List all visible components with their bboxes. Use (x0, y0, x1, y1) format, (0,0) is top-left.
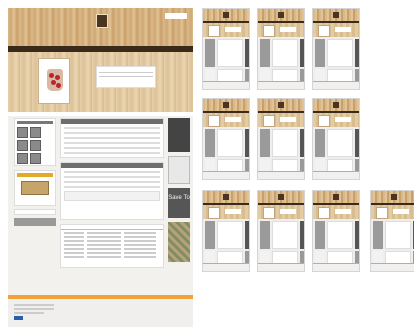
right-tiles: Save To (168, 118, 190, 266)
main-page-mockup: Save To (8, 8, 193, 327)
box-tile[interactable] (168, 156, 190, 184)
page-thumbnail[interactable] (202, 98, 250, 180)
jar-image (47, 69, 63, 91)
comment-field[interactable] (64, 191, 160, 201)
product-image[interactable] (38, 58, 70, 104)
category-icon[interactable] (30, 153, 41, 164)
category-icon[interactable] (30, 127, 41, 138)
promo-image (21, 181, 49, 195)
page-thumbnail[interactable] (312, 190, 360, 272)
dark-photo-tile[interactable] (168, 118, 190, 152)
page-thumbnail[interactable] (257, 98, 305, 180)
divider (8, 112, 193, 116)
language-flags-icon[interactable] (165, 13, 187, 19)
page-thumbnail[interactable] (257, 8, 305, 90)
category-icon[interactable] (17, 153, 28, 164)
page-thumbnail[interactable] (312, 8, 360, 90)
main-content (60, 118, 164, 268)
sidebar-button[interactable] (14, 218, 56, 226)
details-panel-header (61, 119, 163, 124)
photo-tile[interactable] (168, 222, 190, 262)
hero-banner (8, 52, 193, 112)
page-thumbnail[interactable] (312, 98, 360, 180)
form-panel (60, 162, 164, 220)
promo-box[interactable] (14, 170, 56, 206)
category-icon[interactable] (30, 140, 41, 151)
page-thumbnail[interactable] (202, 190, 250, 272)
schedule-table (60, 224, 164, 268)
form-panel-header (61, 163, 163, 168)
footer-logo[interactable] (14, 316, 23, 320)
site-footer (8, 295, 193, 327)
site-logo[interactable] (82, 14, 122, 40)
left-sidebar (14, 118, 56, 226)
save-to-tile[interactable]: Save To (168, 188, 190, 218)
page-thumbnail[interactable] (257, 190, 305, 272)
page-thumbnail[interactable] (202, 8, 250, 90)
category-icons-box (14, 118, 56, 166)
product-info-card (96, 66, 156, 88)
category-icon[interactable] (17, 127, 28, 138)
page-thumbnail[interactable] (370, 190, 414, 272)
details-panel (60, 118, 164, 158)
site-header (8, 8, 193, 46)
category-icon[interactable] (17, 140, 28, 151)
wine-cellar-logo-icon (96, 14, 108, 28)
sidebar-link[interactable] (14, 209, 56, 215)
